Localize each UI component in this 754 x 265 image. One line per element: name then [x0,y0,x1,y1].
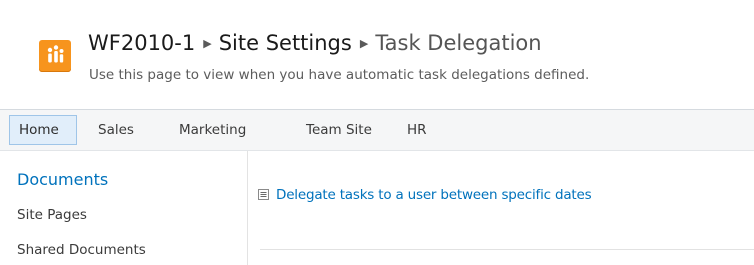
list-bullet-icon [258,189,269,200]
page-description: Use this page to view when you have auto… [89,67,590,83]
main-content: Delegate tasks to a user between specifi… [248,151,754,265]
quicklaunch-heading-documents[interactable]: Documents [17,169,108,191]
quick-launch: Documents Site Pages Shared Documents [0,151,248,265]
quicklaunch-item-shared-documents[interactable]: Shared Documents [17,240,146,260]
breadcrumb-site-link[interactable]: WF2010-1 [88,31,195,55]
breadcrumb-separator-icon: ▶ [203,37,212,50]
topnav-item-marketing[interactable]: Marketing [179,115,246,145]
topnav-item-team-site[interactable]: Team Site [306,115,372,145]
content-divider [260,249,754,250]
people-icon [47,45,64,63]
topnav-item-home[interactable]: Home [9,115,77,145]
breadcrumb: WF2010-1 ▶ Site Settings ▶ Task Delegation [88,28,542,58]
top-navigation: Home Sales Marketing Team Site HR [0,109,754,151]
site-logo-icon[interactable] [39,40,71,72]
title-area: WF2010-1 ▶ Site Settings ▶ Task Delegation U… [0,0,754,109]
breadcrumb-site-settings-link[interactable]: Site Settings [219,31,352,55]
topnav-item-sales[interactable]: Sales [98,115,134,145]
delegate-tasks-link[interactable]: Delegate tasks to a user between specifi… [276,185,592,205]
topnav-item-hr[interactable]: HR [407,115,427,145]
quicklaunch-item-site-pages[interactable]: Site Pages [17,205,87,225]
page-title: Task Delegation [375,31,542,55]
breadcrumb-separator-icon: ▶ [359,37,369,50]
